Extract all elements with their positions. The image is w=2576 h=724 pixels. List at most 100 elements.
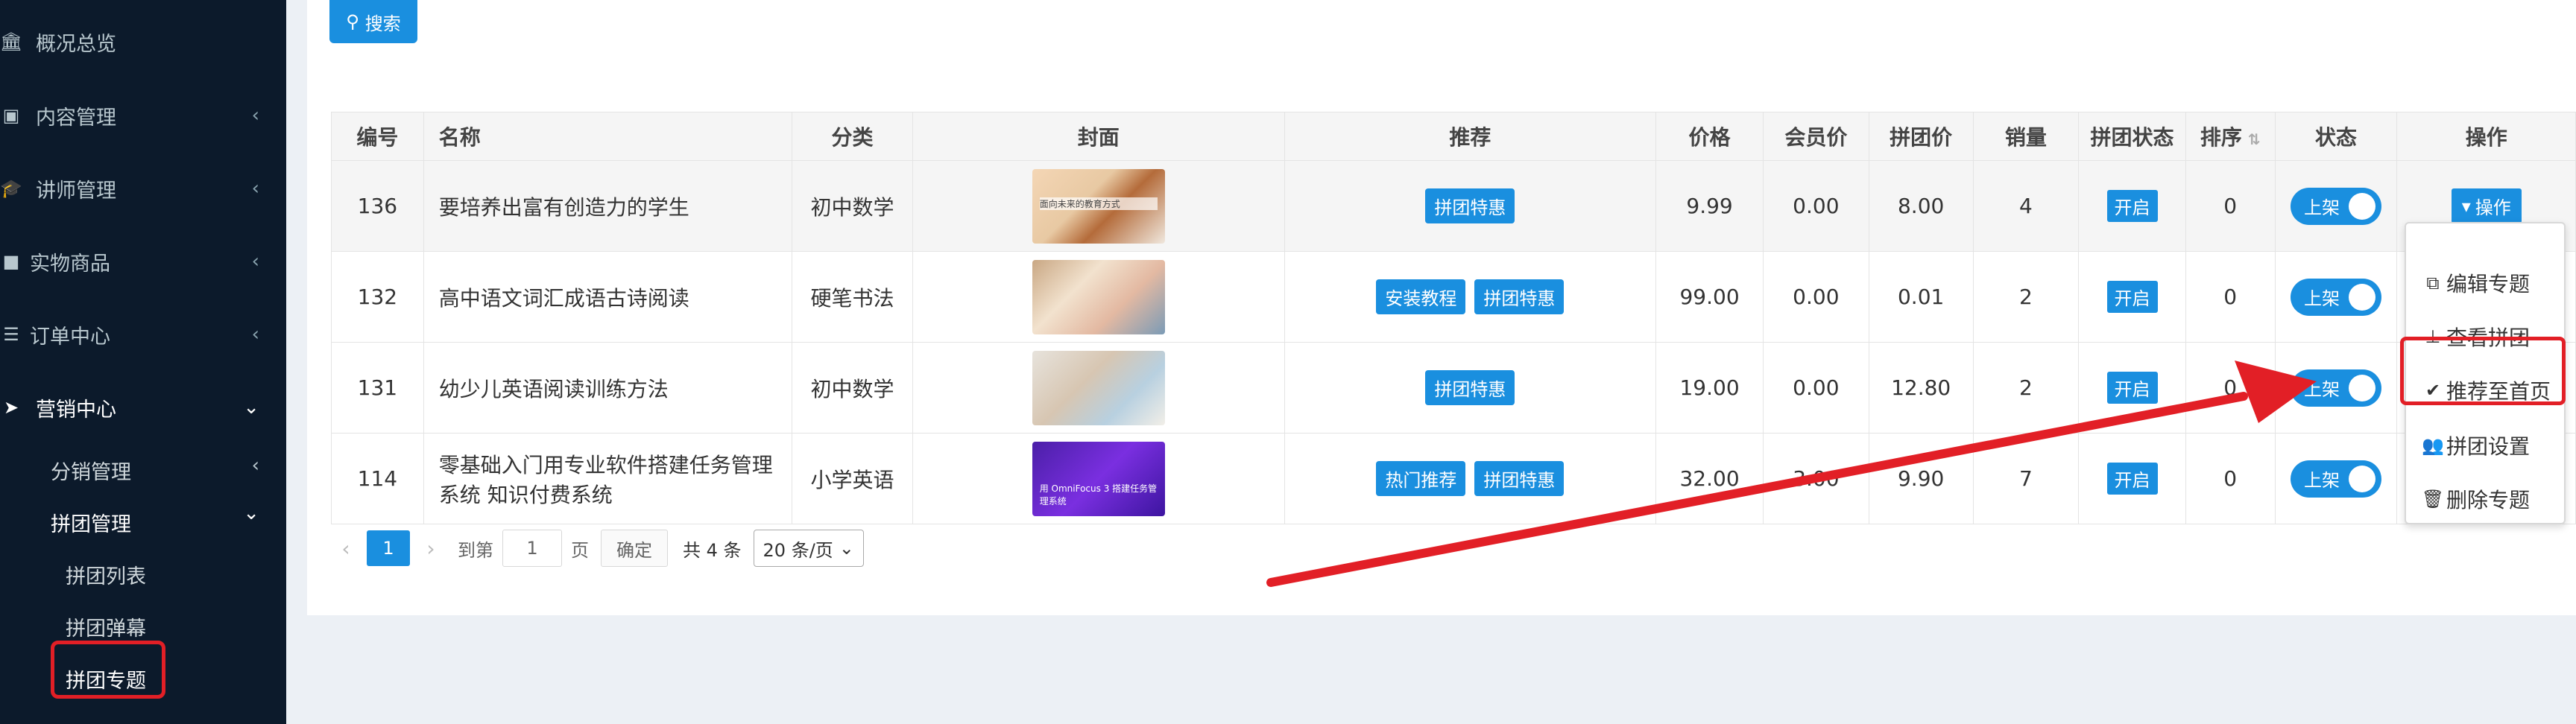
sidebar-item-teachers[interactable]: 🎓 讲师管理 ‹: [0, 166, 286, 211]
col-header-group-status[interactable]: 拼团状态: [2078, 112, 2186, 161]
sidebar-subitem-label: 拼团管理: [51, 513, 131, 536]
status-toggle[interactable]: 上架: [2291, 460, 2382, 498]
recommend-tag: 热门推荐: [1376, 461, 1466, 496]
next-page-icon[interactable]: ›: [416, 536, 446, 561]
cover-image[interactable]: 用 OmniFocus 3 搭建任务管理系统: [1032, 441, 1165, 516]
status-toggle[interactable]: 上架: [2291, 369, 2382, 407]
chevron-left-icon: ‹: [251, 250, 259, 273]
search-button[interactable]: ⚲ 搜索: [329, 0, 417, 43]
cell-group-price: 12.80: [1868, 342, 1974, 434]
dropdown-item-delete-topic[interactable]: 🗑 删除专题: [2406, 478, 2564, 520]
sidebar-item-content[interactable]: ▣ 内容管理 ‹: [0, 93, 286, 138]
cell-name: 幼少儿英语阅读训练方法: [423, 342, 793, 434]
cell-cover: [912, 251, 1285, 343]
cover-text: 面向未来的教育方式: [1039, 197, 1158, 210]
search-button-label: 搜索: [364, 13, 401, 34]
toggle-knob: [2349, 465, 2376, 492]
col-header-sort-label: 排序: [2200, 125, 2242, 150]
highlight-box: [51, 641, 165, 699]
col-header-action[interactable]: 操作: [2396, 112, 2576, 161]
sidebar-item-orders[interactable]: ☰ 订单中心 ‹: [0, 312, 286, 357]
col-header-group-price[interactable]: 拼团价: [1868, 112, 1974, 161]
cell-group-status: 开启: [2078, 160, 2186, 252]
status-toggle-label: 上架: [2304, 470, 2340, 491]
page-size-select[interactable]: 20 条/页 ⌄: [753, 530, 864, 567]
users-icon: 👥: [2422, 435, 2444, 456]
sidebar-subitem-distribution[interactable]: 分销管理: [51, 456, 131, 485]
cell-price: 19.00: [1655, 342, 1764, 434]
highlight-box: [2400, 337, 2566, 405]
col-header-status[interactable]: 状态: [2274, 112, 2398, 161]
sidebar-item-overview[interactable]: 🏛 概况总览: [0, 19, 286, 64]
sidebar-item-goods[interactable]: ■ 实物商品 ‹: [0, 239, 286, 284]
search-icon: ⚲: [346, 11, 359, 32]
sidebar-item-marketing[interactable]: ➤ 营销中心 ⌄: [0, 385, 286, 430]
bank-icon: 🏛: [0, 31, 23, 52]
chevron-left-icon: ‹: [251, 323, 259, 346]
cell-sort[interactable]: 0: [2185, 160, 2276, 252]
goto-confirm-button[interactable]: 确定: [601, 530, 668, 567]
status-toggle-label: 上架: [2304, 288, 2340, 309]
group-status-badge: 开启: [2106, 463, 2158, 495]
sidebar-subitem-groupbuy-barrage[interactable]: 拼团弹幕: [66, 612, 146, 641]
col-header-id[interactable]: 编号: [331, 112, 424, 161]
cell-name: 要培养出富有创造力的学生: [423, 160, 793, 252]
col-header-sales[interactable]: 销量: [1972, 112, 2080, 161]
cell-id: 132: [331, 251, 424, 343]
action-dropdown-button[interactable]: ▾ 操作: [2451, 188, 2522, 223]
sidebar-item-label: 营销中心: [36, 398, 116, 422]
col-header-sort[interactable]: 排序 ⇅: [2185, 112, 2276, 161]
col-header-name[interactable]: 名称: [423, 112, 793, 161]
page-number[interactable]: 1: [367, 530, 410, 566]
trash-icon: 🗑: [2421, 489, 2445, 509]
cell-group-status: 开启: [2078, 342, 2186, 434]
cell-sales: 4: [1972, 160, 2080, 252]
col-header-member-price[interactable]: 会员价: [1762, 112, 1869, 161]
sort-icon[interactable]: ⇅: [2248, 130, 2261, 148]
sidebar-item-label: 概况总览: [36, 32, 116, 56]
cover-image[interactable]: [1032, 259, 1165, 334]
col-header-cover[interactable]: 封面: [912, 112, 1285, 161]
cell-cover: 用 OmniFocus 3 搭建任务管理系统: [912, 433, 1285, 524]
chevron-down-icon: ⌄: [839, 538, 854, 559]
table-row: 132 高中语文词汇成语古诗阅读 硬笔书法 安装教程 拼团特惠 99.00 0.0…: [331, 251, 2576, 343]
cover-image[interactable]: 面向未来的教育方式: [1032, 168, 1165, 244]
cell-price: 9.99: [1655, 160, 1764, 252]
dropdown-item-groupbuy-settings[interactable]: 👥 拼团设置: [2406, 425, 2564, 466]
prev-page-icon[interactable]: ‹: [331, 536, 361, 561]
cell-sort[interactable]: 0: [2185, 433, 2276, 524]
cell-sort[interactable]: 0: [2185, 251, 2276, 343]
col-header-price[interactable]: 价格: [1655, 112, 1764, 161]
cell-member-price: 0.00: [1762, 251, 1869, 343]
table-row: 114 零基础入门用专业软件搭建任务管理系统 知识付费系统 小学英语 用 Omn…: [331, 433, 2576, 524]
toggle-knob: [2349, 283, 2376, 311]
sidebar-subitem-groupbuy-list[interactable]: 拼团列表: [66, 560, 146, 589]
cover-image[interactable]: [1032, 350, 1165, 425]
status-toggle[interactable]: 上架: [2291, 187, 2382, 225]
dropdown-item-edit-topic[interactable]: ⧉ 编辑专题: [2406, 262, 2564, 304]
cover-text: 用 OmniFocus 3 搭建任务管理系统: [1039, 483, 1158, 507]
cell-group-price: 0.01: [1868, 251, 1974, 343]
status-toggle[interactable]: 上架: [2291, 278, 2382, 316]
cell-recommend: 拼团特惠: [1284, 342, 1657, 434]
topic-table: 编号 名称 分类 封面 推荐 价格 会员价 拼团价 销量 拼团状态 排序 ⇅ 状态…: [331, 112, 2576, 524]
cell-sales: 2: [1972, 342, 2080, 434]
recommend-tag: 安装教程: [1376, 279, 1466, 314]
toggle-knob: [2349, 192, 2376, 220]
cell-member-price: 0.00: [1762, 160, 1869, 252]
cell-category: 硬笔书法: [792, 251, 913, 343]
goto-label: 到第: [458, 539, 493, 561]
graduation-cap-icon: 🎓: [0, 178, 22, 199]
table-row: 131 幼少儿英语阅读训练方法 初中数学 拼团特惠 19.00 0.00 12.…: [331, 342, 2576, 434]
col-header-category[interactable]: 分类: [792, 112, 913, 161]
cell-id: 114: [331, 433, 424, 524]
sidebar-subitem-groupbuy[interactable]: 拼团管理: [51, 508, 131, 537]
cell-sort[interactable]: 0: [2185, 342, 2276, 434]
cell-price: 32.00: [1655, 433, 1764, 524]
group-status-badge: 开启: [2106, 372, 2158, 404]
cell-status: 上架: [2274, 160, 2398, 252]
cell-sales: 2: [1972, 251, 2080, 343]
col-header-recommend[interactable]: 推荐: [1284, 112, 1657, 161]
toggle-knob: [2349, 374, 2376, 401]
goto-page-input[interactable]: 1: [502, 530, 562, 567]
